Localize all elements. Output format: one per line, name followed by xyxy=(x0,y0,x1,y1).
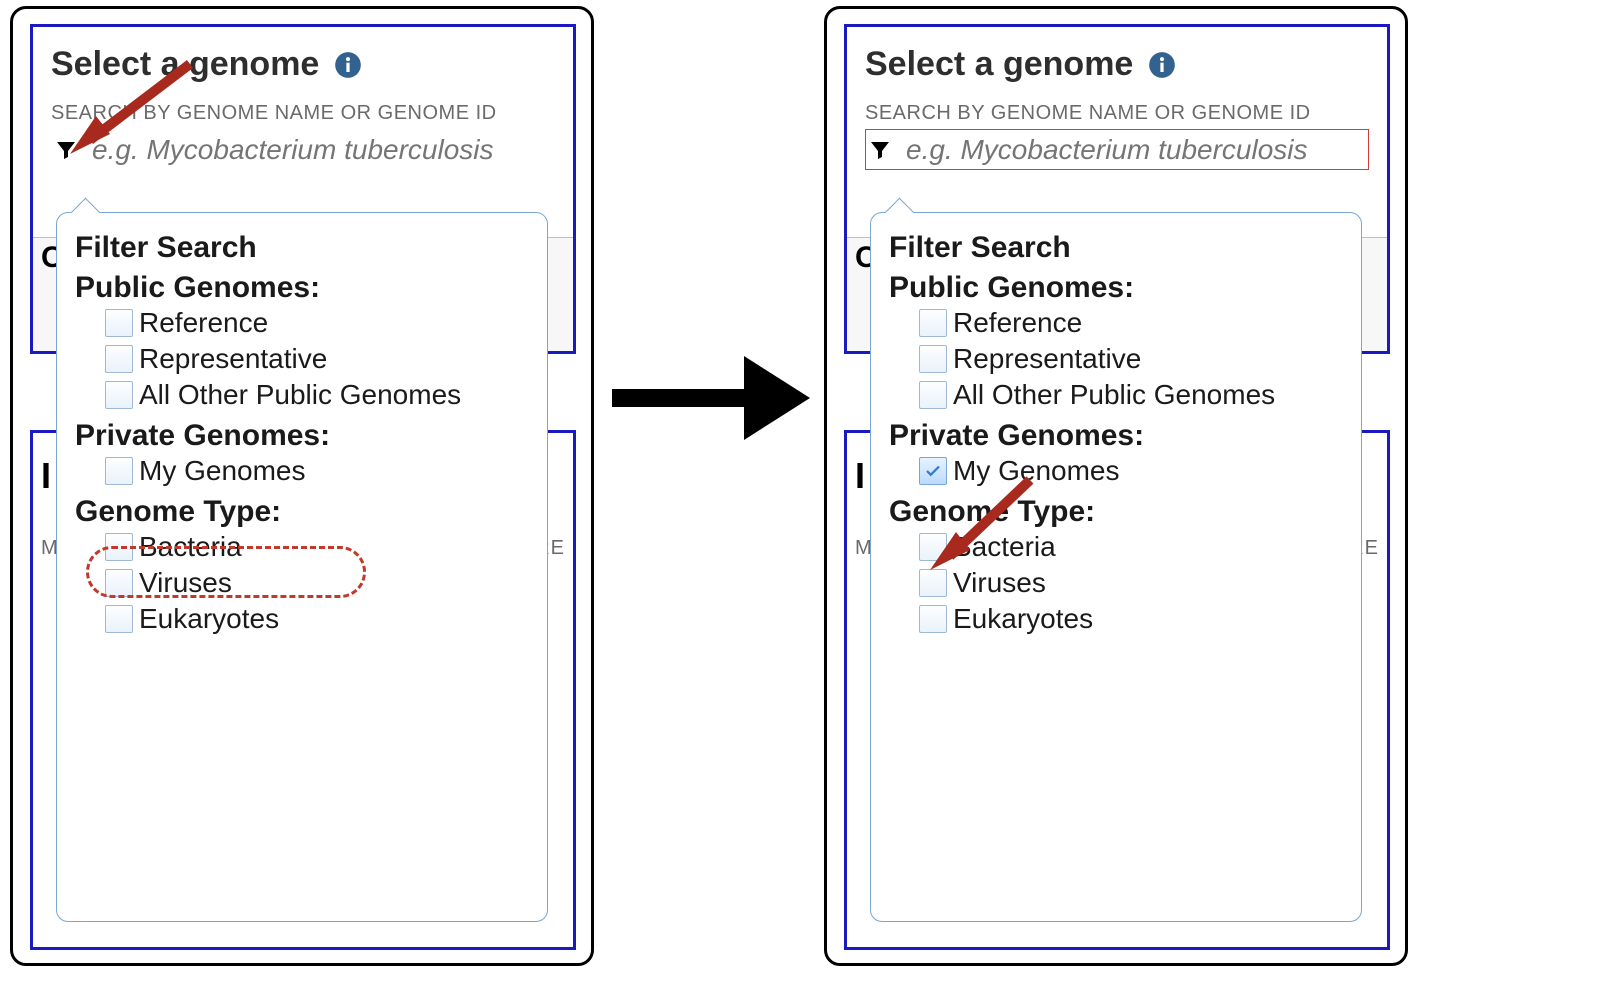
label-reference: Reference xyxy=(139,307,268,339)
checkbox-reference[interactable] xyxy=(919,309,947,337)
genome-search-input[interactable] xyxy=(90,133,552,167)
checkbox-eukaryotes[interactable] xyxy=(105,605,133,633)
option-all-other[interactable]: All Other Public Genomes xyxy=(919,377,1343,413)
option-bacteria[interactable]: Bacteria xyxy=(919,529,1343,565)
panel-title-text: Select a genome xyxy=(865,45,1133,84)
checkbox-bacteria[interactable] xyxy=(919,533,947,561)
search-label: SEARCH BY GENOME NAME OR GENOME ID xyxy=(865,102,1369,125)
label-representative: Representative xyxy=(139,343,327,375)
checkbox-viruses[interactable] xyxy=(919,569,947,597)
label-bacteria: Bacteria xyxy=(139,531,242,563)
option-eukaryotes[interactable]: Eukaryotes xyxy=(919,601,1343,637)
checkbox-all-other[interactable] xyxy=(105,381,133,409)
option-eukaryotes[interactable]: Eukaryotes xyxy=(105,601,529,637)
checkbox-viruses[interactable] xyxy=(105,569,133,597)
dropdown-title: Filter Search xyxy=(75,231,529,265)
option-reference[interactable]: Reference xyxy=(919,305,1343,341)
option-all-other[interactable]: All Other Public Genomes xyxy=(105,377,529,413)
label-my-genomes: My Genomes xyxy=(953,455,1120,487)
option-representative[interactable]: Representative xyxy=(919,341,1343,377)
truncated-i: I xyxy=(41,455,51,497)
search-label: SEARCH BY GENOME NAME OR GENOME ID xyxy=(51,102,555,125)
public-genomes-heading: Public Genomes: xyxy=(889,271,1343,305)
label-eukaryotes: Eukaryotes xyxy=(953,603,1093,635)
public-genomes-heading: Public Genomes: xyxy=(75,271,529,305)
transition-arrow-icon xyxy=(604,338,814,458)
checkbox-eukaryotes[interactable] xyxy=(919,605,947,633)
option-representative[interactable]: Representative xyxy=(105,341,529,377)
checkbox-all-other[interactable] xyxy=(919,381,947,409)
option-viruses[interactable]: Viruses xyxy=(105,565,529,601)
option-bacteria[interactable]: Bacteria xyxy=(105,529,529,565)
filter-search-dropdown-left: Filter Search Public Genomes: Reference … xyxy=(56,212,548,922)
option-my-genomes-left[interactable]: My Genomes xyxy=(105,453,529,489)
private-genomes-heading: Private Genomes: xyxy=(889,419,1343,453)
option-viruses[interactable]: Viruses xyxy=(919,565,1343,601)
label-viruses: Viruses xyxy=(953,567,1046,599)
option-my-genomes-right[interactable]: My Genomes xyxy=(919,453,1343,489)
filter-search-dropdown-right: Filter Search Public Genomes: Reference … xyxy=(870,212,1362,922)
checkbox-representative[interactable] xyxy=(105,345,133,373)
panel-title: Select a genome xyxy=(51,45,555,84)
search-row xyxy=(865,129,1369,170)
label-my-genomes: My Genomes xyxy=(139,455,306,487)
label-representative: Representative xyxy=(953,343,1141,375)
checkbox-my-genomes-left[interactable] xyxy=(105,457,133,485)
genome-search-input[interactable] xyxy=(904,133,1366,167)
checkbox-reference[interactable] xyxy=(105,309,133,337)
label-bacteria: Bacteria xyxy=(953,531,1056,563)
genome-type-heading: Genome Type: xyxy=(75,495,529,529)
genome-type-heading: Genome Type: xyxy=(889,495,1343,529)
panel-title-text: Select a genome xyxy=(51,45,319,84)
label-reference: Reference xyxy=(953,307,1082,339)
label-viruses: Viruses xyxy=(139,567,232,599)
search-row xyxy=(51,129,555,170)
info-icon[interactable] xyxy=(1147,50,1177,80)
checkbox-representative[interactable] xyxy=(919,345,947,373)
funnel-icon[interactable] xyxy=(868,138,892,162)
label-eukaryotes: Eukaryotes xyxy=(139,603,279,635)
truncated-i: I xyxy=(855,455,865,497)
funnel-icon[interactable] xyxy=(54,138,78,162)
dropdown-title: Filter Search xyxy=(889,231,1343,265)
info-icon[interactable] xyxy=(333,50,363,80)
option-reference[interactable]: Reference xyxy=(105,305,529,341)
checkbox-my-genomes-right[interactable] xyxy=(919,457,947,485)
panel-title: Select a genome xyxy=(865,45,1369,84)
checkbox-bacteria[interactable] xyxy=(105,533,133,561)
private-genomes-heading: Private Genomes: xyxy=(75,419,529,453)
label-all-other: All Other Public Genomes xyxy=(953,379,1275,411)
label-all-other: All Other Public Genomes xyxy=(139,379,461,411)
